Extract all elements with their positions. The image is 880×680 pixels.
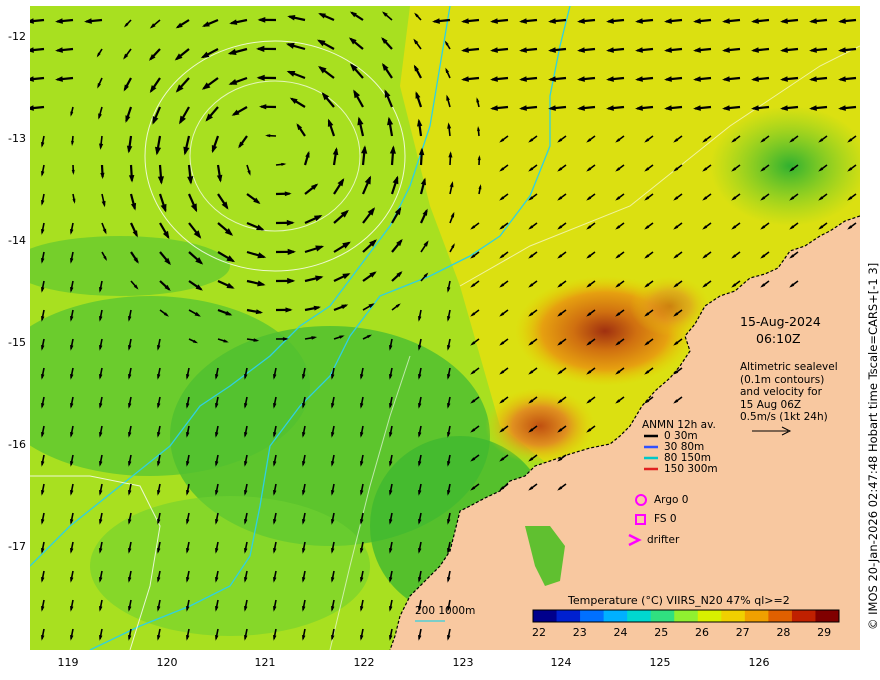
isobath-legend-label: 200 1000m — [415, 605, 476, 617]
colorbar-tick-label: 24 — [613, 626, 628, 639]
altimetry-info: Altimetric sealevel (0.1m contours) and … — [740, 361, 838, 424]
colorbar-tick-label: 25 — [654, 626, 669, 639]
lon-tick: 119 — [57, 656, 79, 669]
altimetry-line: 15 Aug 06Z — [740, 398, 802, 411]
lon-tick: 120 — [156, 656, 178, 669]
lon-tick: 126 — [748, 656, 770, 669]
colorbar-segment — [533, 610, 558, 622]
fs-legend-label: FS 0 — [654, 513, 677, 525]
lat-tick: -17 — [8, 540, 26, 553]
colorbar-tick-label: 29 — [817, 626, 832, 639]
lat-tick: -14 — [8, 234, 26, 247]
colorbar-segment — [556, 610, 581, 622]
lon-tick: 122 — [353, 656, 375, 669]
colorbar-title: Temperature (°C) VIIRS_N20 47% ql>=2 — [568, 594, 790, 607]
altimetry-line: 0.5m/s (1kt 24h) — [740, 411, 828, 423]
argo-legend-label: Argo 0 — [654, 494, 689, 506]
drifter-legend-label: drifter — [647, 534, 680, 546]
colorbar-tick-label: 26 — [694, 626, 709, 639]
lon-tick: 125 — [649, 656, 671, 669]
sst-map — [30, 6, 860, 650]
lon-tick: 123 — [452, 656, 474, 669]
colorbar-tick-label: 22 — [532, 626, 546, 639]
colorbar-tick-label: 27 — [735, 626, 750, 639]
altimetry-line: and velocity for — [740, 386, 822, 398]
credit-label: © IMOS 20-Jan-2026 02:47:48 Hobart time … — [866, 262, 880, 630]
lat-tick: -15 — [8, 336, 26, 349]
colorbar-segment — [744, 610, 769, 622]
colorbar-segment — [791, 610, 816, 622]
colorbar-segment — [697, 610, 722, 622]
altimetry-line: Altimetric sealevel — [740, 361, 838, 373]
colorbar-segment — [674, 610, 699, 622]
lon-tick: 121 — [254, 656, 276, 669]
colorbar-segment — [603, 610, 628, 622]
cool-water-patch — [90, 496, 370, 636]
colorbar-segment — [815, 610, 840, 622]
lat-tick: -13 — [8, 132, 26, 145]
colorbar-segment — [627, 610, 652, 622]
colorbar-segment — [580, 610, 605, 622]
anmn-legend-item: 150 300m — [664, 463, 718, 475]
map-time: 06:10Z — [756, 331, 801, 346]
temperature-colorbar — [532, 609, 840, 623]
colorbar-segment — [768, 610, 793, 622]
lat-tick: -16 — [8, 438, 26, 451]
lat-tick: -12 — [8, 30, 26, 43]
lon-tick: 124 — [550, 656, 572, 669]
map-date: 15-Aug-2024 — [740, 314, 821, 329]
colorbar-segment — [650, 610, 675, 622]
colorbar-segment — [721, 610, 746, 622]
map-canvas — [30, 6, 860, 650]
altimetry-line: (0.1m contours) — [740, 373, 825, 386]
colorbar-tick-label: 28 — [776, 626, 791, 639]
colorbar-tick-label: 23 — [572, 626, 587, 639]
